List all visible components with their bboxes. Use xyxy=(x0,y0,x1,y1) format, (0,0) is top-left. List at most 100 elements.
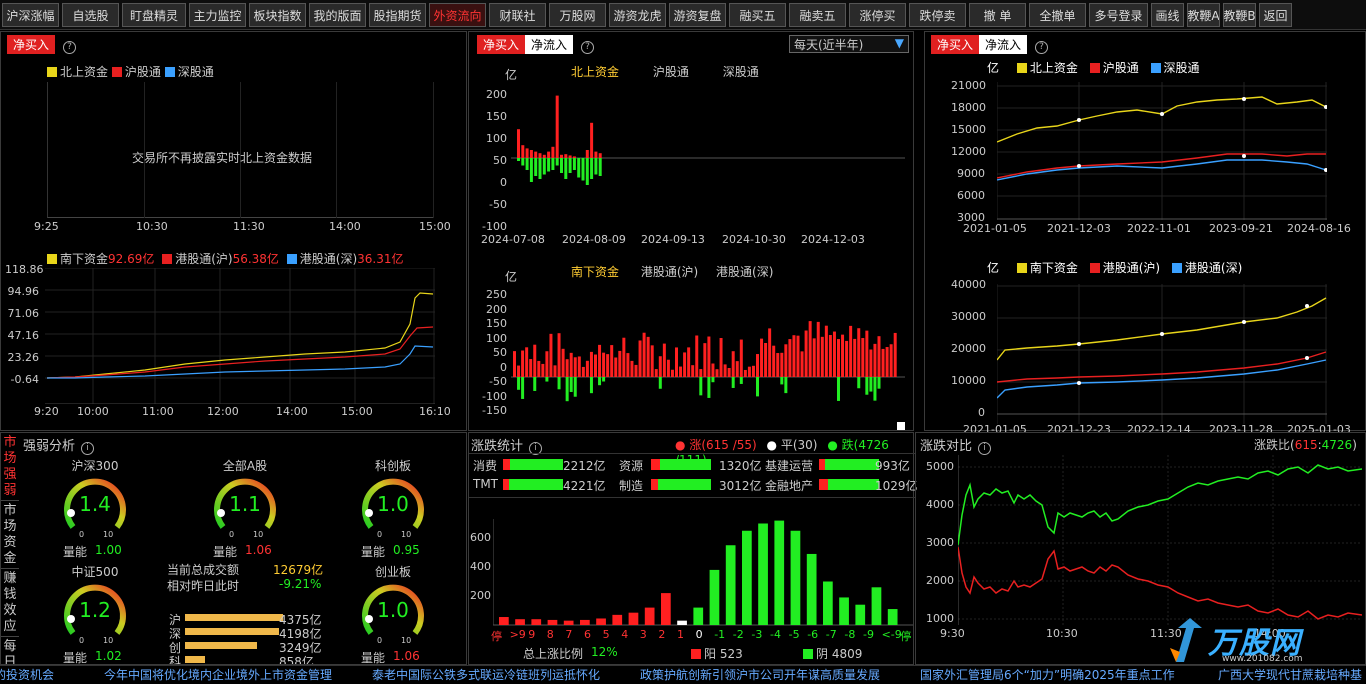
panel-daily-flow: 净买入 净流入? 每天(近半年) ▼ 亿 北上资金 沪股通 深股通 2024-07… xyxy=(468,31,914,431)
sector-down-bar xyxy=(660,459,711,470)
histogram-bar xyxy=(596,618,606,625)
bar-inflow xyxy=(534,151,538,158)
bar-outflow xyxy=(525,158,529,170)
sector-up-bar xyxy=(503,459,511,470)
toolbar-button[interactable]: 撤 单 xyxy=(969,3,1026,27)
net-buy-button[interactable]: 净买入 xyxy=(477,35,526,54)
toolbar-button[interactable]: 融卖五 xyxy=(789,3,846,27)
help-icon[interactable]: ? xyxy=(581,41,595,54)
toolbar-button[interactable]: 全撤单 xyxy=(1029,3,1086,27)
sector-name[interactable]: 基建运营 xyxy=(765,457,813,474)
bar-inflow xyxy=(731,351,735,377)
resize-handle[interactable] xyxy=(897,422,905,430)
point-marker xyxy=(1077,164,1081,168)
y-tick: 15000 xyxy=(951,123,986,136)
toolbar-button[interactable]: 盯盘精灵 xyxy=(122,3,186,27)
period-select[interactable]: 每天(近半年) ▼ xyxy=(789,35,909,53)
toolbar-button[interactable]: 画线 xyxy=(1151,3,1184,27)
toolbar-button[interactable]: 万股网 xyxy=(549,3,606,27)
north-daily-bar-chart xyxy=(511,95,905,185)
news-item[interactable]: 广西大学现代甘蔗栽培种基 xyxy=(1218,666,1366,683)
legend-south: 南下资金 xyxy=(60,252,109,266)
news-item[interactable]: 泰老中国际公铁多式联运冷链班列运抵怀化 xyxy=(372,666,600,683)
bar-inflow xyxy=(670,369,674,377)
volume-label: 量能 xyxy=(213,545,238,559)
news-item[interactable]: 国家外汇管理局6个“加力”明确2025年重点工作 xyxy=(920,666,1175,683)
sector-value: 1029亿 xyxy=(875,479,918,493)
market-name: 科 xyxy=(169,655,182,665)
volume-label: 量能 xyxy=(361,545,386,559)
bar-inflow xyxy=(691,365,695,377)
toolbar-button[interactable]: 教鞭B xyxy=(1223,3,1256,27)
toolbar-button[interactable]: 股指期货 xyxy=(369,3,426,27)
y-tick: 9000 xyxy=(957,167,985,180)
toolbar-button[interactable]: 沪深涨幅 xyxy=(2,3,59,27)
info-icon[interactable]: i xyxy=(81,442,95,455)
toolbar-button[interactable]: 融买五 xyxy=(729,3,786,27)
toolbar-button[interactable]: 返回 xyxy=(1259,3,1292,27)
yin-label: 阴 xyxy=(816,647,829,661)
bar-inflow xyxy=(545,351,549,377)
bar-inflow xyxy=(634,364,638,377)
sector-name[interactable]: TMT xyxy=(473,477,498,491)
legend-north[interactable]: 北上资金 xyxy=(571,65,619,79)
toolbar-button[interactable]: 主力监控 xyxy=(189,3,246,27)
news-item[interactable]: 的投资机会 xyxy=(0,666,54,683)
yang-value: 523 xyxy=(719,647,743,661)
sector-name[interactable]: 金融地产 xyxy=(765,477,813,494)
sector-name[interactable]: 资源 xyxy=(619,457,643,474)
legend-sh[interactable]: 沪股通 xyxy=(653,65,689,79)
x-tick: 2023-09-21 xyxy=(1209,222,1273,235)
toolbar-button[interactable]: 教鞭A xyxy=(1187,3,1220,27)
bar-inflow xyxy=(747,366,751,377)
help-icon[interactable]: ? xyxy=(63,41,77,54)
legend-sz[interactable]: 深股通 xyxy=(723,65,759,79)
toolbar-button[interactable]: 多号登录 xyxy=(1089,3,1148,27)
ratio-close: ) xyxy=(1352,438,1357,452)
gauge-needle xyxy=(365,615,373,623)
net-inflow-button[interactable]: 净流入 xyxy=(525,35,574,54)
news-item[interactable]: 政策护航创新引领沪市公司开年谋高质量发展 xyxy=(640,666,880,683)
no-data-message: 交易所不再披露实时北上资金数据 xyxy=(132,151,313,165)
tab-market-funds[interactable]: 市场资金 xyxy=(1,501,19,569)
help-icon[interactable]: ? xyxy=(1035,41,1049,54)
tab-market-strength[interactable]: 市场强弱 xyxy=(1,433,19,501)
point-marker xyxy=(1077,381,1081,385)
toolbar-button[interactable]: 外资流向 xyxy=(429,3,486,27)
histogram-x-label: 7 xyxy=(565,628,573,641)
sector-value: 3012亿 xyxy=(719,479,762,493)
ratio-down: 4726 xyxy=(1321,438,1353,452)
toolbar-button[interactable]: 板块指数 xyxy=(249,3,306,27)
legend-swatch-south xyxy=(1016,263,1027,273)
strength-gauge: 1.2 0 10 xyxy=(64,584,126,645)
histogram-bar xyxy=(790,530,801,625)
bar-outflow xyxy=(547,158,551,172)
y-tick: 0 xyxy=(500,176,507,189)
toolbar-button[interactable]: 财联社 xyxy=(489,3,546,27)
legend-hksz: 港股通(深) xyxy=(1184,261,1243,275)
net-buy-button[interactable]: 净买入 xyxy=(7,35,56,54)
tab-daily[interactable]: 每日 xyxy=(1,637,19,664)
toolbar-button[interactable]: 我的版面 xyxy=(309,3,366,27)
net-buy-button[interactable]: 净买入 xyxy=(931,35,980,54)
bar-inflow xyxy=(610,345,614,377)
legend-hksz[interactable]: 港股通(深) xyxy=(716,265,773,279)
toolbar-button[interactable]: 跌停卖 xyxy=(909,3,966,27)
legend-south[interactable]: 南下资金 xyxy=(571,265,619,279)
toolbar-button[interactable]: 游资复盘 xyxy=(669,3,726,27)
yang-label: 阳 xyxy=(704,647,717,661)
toolbar-button[interactable]: 自选股 xyxy=(62,3,119,27)
sector-name[interactable]: 制造 xyxy=(619,477,643,494)
south-cumulative-chart xyxy=(997,284,1327,424)
legend-hksh[interactable]: 港股通(沪) xyxy=(641,265,698,279)
bar-inflow xyxy=(784,344,788,377)
toolbar-button[interactable]: 涨停买 xyxy=(849,3,906,27)
net-inflow-button[interactable]: 净流入 xyxy=(979,35,1028,54)
legend-sh: 沪股通 xyxy=(1102,61,1139,75)
gauge-scale-lo: 0 xyxy=(229,530,234,539)
sector-name[interactable]: 消费 xyxy=(473,457,497,474)
toolbar-button[interactable]: 游资龙虎 xyxy=(609,3,666,27)
info-icon[interactable]: i xyxy=(978,442,992,455)
tab-profit-effect[interactable]: 赚钱效应 xyxy=(1,569,19,637)
news-item[interactable]: 今年中国将优化境内企业境外上市资金管理 xyxy=(104,666,332,683)
